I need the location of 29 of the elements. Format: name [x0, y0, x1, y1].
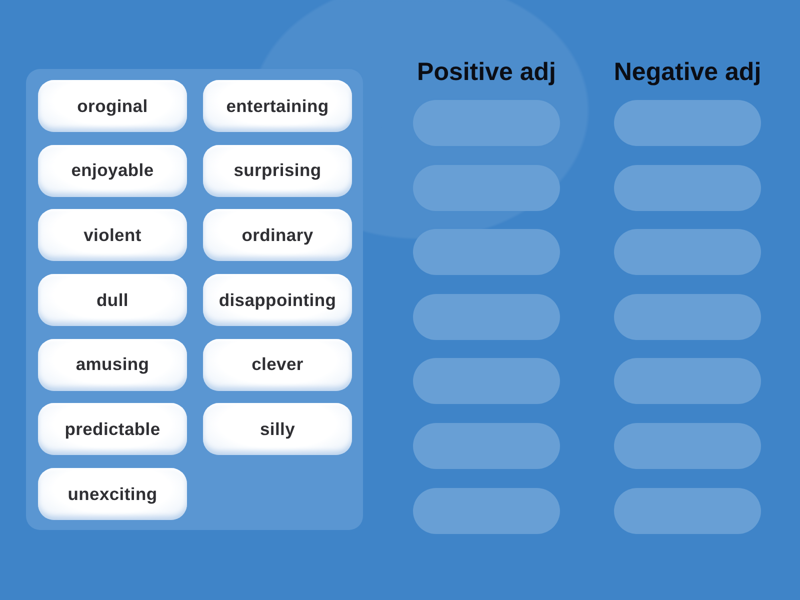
drop-slot[interactable] [614, 100, 761, 146]
word-card[interactable]: oroginal [38, 80, 187, 132]
word-card[interactable]: surprising [203, 144, 352, 197]
drop-slot[interactable] [413, 422, 560, 469]
drop-slot[interactable] [614, 358, 761, 404]
drop-slot[interactable] [413, 488, 560, 534]
word-card[interactable]: predictable [38, 403, 187, 456]
drop-slot[interactable] [614, 164, 761, 211]
word-card[interactable]: amusing [38, 338, 187, 391]
word-card[interactable]: disappointing [203, 274, 352, 326]
word-card[interactable]: dull [38, 274, 187, 326]
word-card[interactable]: entertaining [203, 80, 352, 132]
drop-slot[interactable] [413, 294, 560, 340]
group-heading: Positive adj [417, 57, 556, 88]
drop-slot[interactable] [413, 164, 560, 211]
drop-slot[interactable] [413, 229, 560, 276]
drop-slot[interactable] [614, 488, 761, 534]
word-card[interactable]: unexciting [38, 468, 187, 520]
word-card[interactable]: enjoyable [38, 144, 187, 197]
drop-slot[interactable] [614, 422, 761, 469]
drop-slot[interactable] [413, 100, 560, 146]
word-card[interactable]: violent [38, 209, 187, 262]
word-card[interactable]: silly [203, 403, 352, 456]
word-card[interactable]: ordinary [203, 209, 352, 262]
drop-slot[interactable] [413, 358, 560, 404]
drop-slot[interactable] [614, 294, 761, 340]
drop-slot[interactable] [614, 229, 761, 276]
word-card[interactable]: clever [203, 338, 352, 391]
group-heading: Negative adj [614, 57, 762, 88]
